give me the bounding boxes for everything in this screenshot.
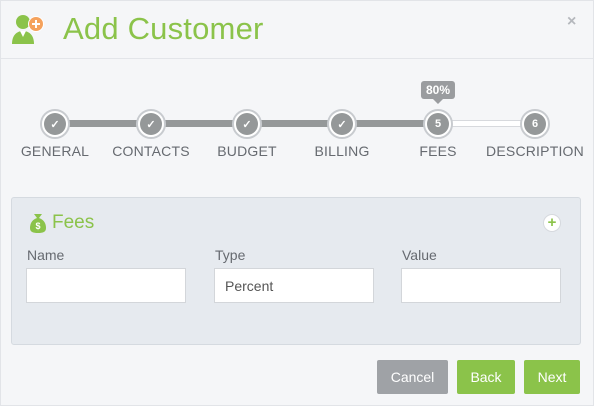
step-label-contacts: CONTACTS [112,143,190,159]
type-label: Type [215,247,246,263]
check-icon: ✓ [331,113,353,135]
step-description[interactable]: 6 [520,109,550,139]
step-label-billing: BILLING [314,143,370,159]
value-input[interactable] [401,268,561,303]
step-contacts[interactable]: ✓ [136,109,166,139]
step-label-description: DESCRIPTION [486,143,584,159]
step-billing[interactable]: ✓ [327,109,357,139]
svg-text:$: $ [35,221,40,231]
step-general[interactable]: ✓ [40,109,70,139]
dialog-header: Add Customer × [1,1,593,59]
back-button[interactable]: Back [457,360,515,394]
type-input[interactable] [214,268,374,303]
check-icon: ✓ [236,113,258,135]
close-icon[interactable]: × [567,13,576,31]
fees-panel: $ Fees + Name Type Value [11,197,581,345]
cancel-button[interactable]: Cancel [377,360,448,394]
step-label-fees: FEES [419,143,457,159]
dialog-title: Add Customer [63,11,264,46]
add-fee-button[interactable]: + [543,214,561,232]
step-number: 6 [524,113,546,135]
add-customer-dialog: Add Customer × 80% ✓ ✓ ✓ ✓ 5 6 GENERAL C… [0,0,594,406]
name-input[interactable] [26,268,186,303]
step-label-general: GENERAL [20,143,90,159]
progress-badge: 80% [420,81,456,104]
name-label: Name [27,247,65,263]
value-label: Value [402,247,437,263]
wizard-stepper: 80% ✓ ✓ ✓ ✓ 5 6 GENERAL CONTACTS BUDGET … [1,79,594,169]
fees-title: Fees [52,212,95,233]
check-icon: ✓ [140,113,162,135]
step-number: 5 [427,113,449,135]
step-budget[interactable]: ✓ [232,109,262,139]
step-fees[interactable]: 5 [423,109,453,139]
step-label-budget: BUDGET [217,143,277,159]
add-user-icon [12,15,44,44]
next-button[interactable]: Next [524,360,580,394]
check-icon: ✓ [44,113,66,135]
money-bag-icon: $ [30,214,46,233]
